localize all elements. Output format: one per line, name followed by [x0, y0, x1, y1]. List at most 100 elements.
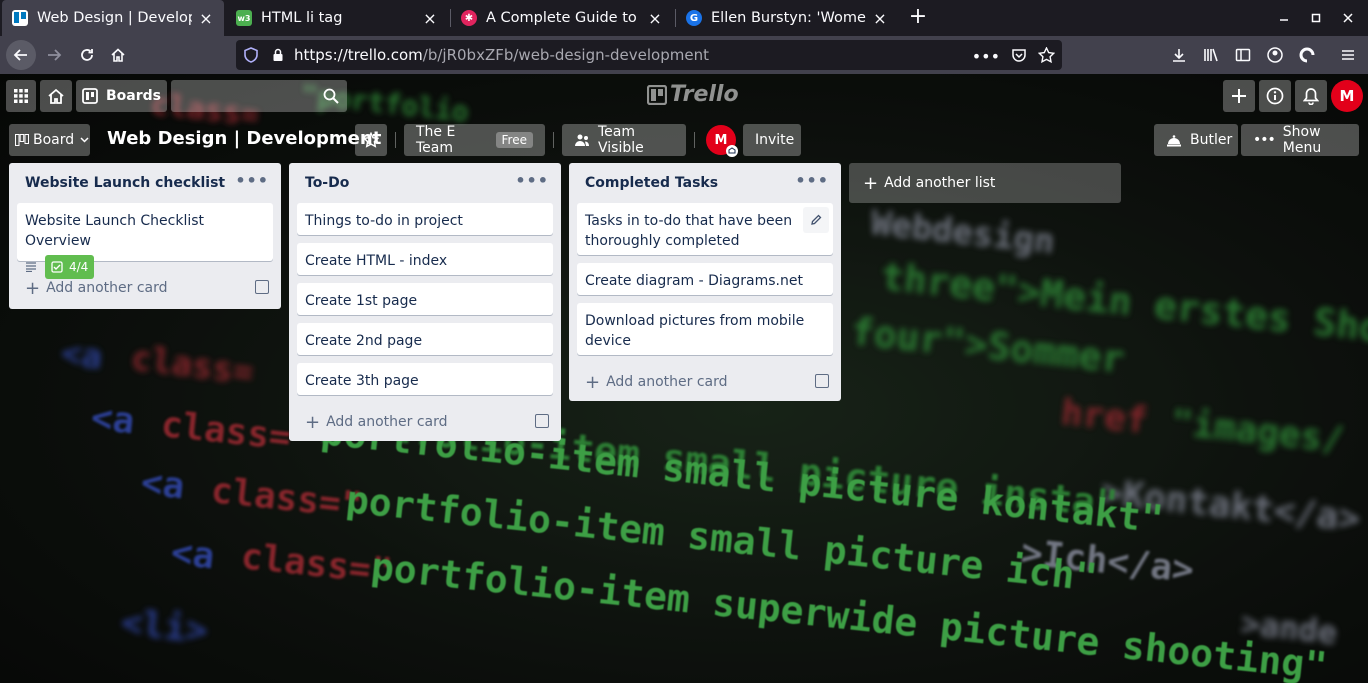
board-view-switcher[interactable]: Board — [9, 124, 90, 156]
add-list-button[interactable]: + Add another list — [849, 163, 1121, 203]
list-title[interactable]: To-Do — [305, 175, 349, 191]
close-window-icon[interactable] — [1330, 0, 1366, 36]
apps-grid-icon[interactable] — [6, 80, 36, 112]
board-title[interactable]: Web Design | Development — [107, 128, 381, 149]
add-card-button[interactable]: + Add another card — [577, 363, 833, 401]
more-dots-icon: ••• — [1253, 132, 1276, 148]
card[interactable]: Tasks in to-do that have been thoroughly… — [577, 203, 833, 255]
card[interactable]: Create 1st page — [297, 283, 553, 315]
extension-icon[interactable] — [1292, 40, 1322, 70]
page-actions-icon[interactable]: ••• — [972, 47, 1000, 66]
trello-favicon-icon — [12, 10, 28, 26]
url-path: /b/jR0bxZFb/web-design-development — [422, 46, 709, 64]
url-text[interactable]: https://trello.com/b/jR0bxZFb/web-design… — [294, 46, 709, 64]
browser-tab-ellen-burstyn[interactable]: G Ellen Burstyn: 'Women o × — [676, 0, 898, 36]
card-template-icon[interactable] — [815, 374, 829, 388]
tab-title: A Complete Guide to Fle — [486, 10, 641, 26]
team-visibility-icon — [574, 133, 590, 147]
butler-button[interactable]: Butler — [1154, 124, 1238, 156]
trello-logo[interactable]: Trello — [647, 82, 739, 107]
tracking-protection-icon[interactable] — [244, 47, 258, 63]
card[interactable]: Website Launch Checklist Overview 4/4 — [17, 203, 273, 279]
library-icon[interactable] — [1196, 40, 1226, 70]
board-view-label: Board — [33, 132, 75, 148]
list-menu-icon[interactable]: ••• — [235, 171, 269, 190]
bookmark-star-icon[interactable] — [1038, 47, 1055, 63]
lock-icon[interactable] — [272, 48, 284, 62]
trello-logo-icon — [647, 84, 667, 105]
browser-tab-trello[interactable]: Web Design | Developme × — [2, 0, 224, 36]
create-plus-icon[interactable] — [1223, 80, 1255, 112]
new-tab-button[interactable]: + — [904, 3, 932, 31]
tab-close-icon[interactable]: × — [647, 9, 663, 28]
boards-button[interactable]: Boards — [76, 80, 167, 112]
list-menu-icon[interactable]: ••• — [515, 171, 549, 190]
team-button[interactable]: The E Team Free — [404, 124, 545, 156]
board-member-avatar[interactable]: M — [706, 125, 738, 157]
list-title[interactable]: Website Launch checklist — [25, 175, 225, 191]
notifications-bell-icon[interactable] — [1295, 80, 1327, 112]
visibility-button[interactable]: Team Visible — [562, 124, 686, 156]
add-list-label: Add another list — [884, 175, 996, 191]
maximize-icon[interactable] — [1298, 0, 1334, 36]
plus-icon: + — [863, 172, 879, 194]
card-title: Create 3th page — [305, 373, 419, 389]
forward-icon[interactable] — [39, 40, 69, 70]
search-icon[interactable] — [323, 88, 339, 104]
edit-pencil-icon[interactable] — [803, 207, 829, 233]
list-to-do[interactable]: To-Do ••• Things to-do in project Create… — [289, 163, 561, 441]
browser-tab-flexbox[interactable]: ✱ A Complete Guide to Fle × — [451, 0, 673, 36]
account-icon[interactable] — [1260, 40, 1290, 70]
card[interactable]: Create 2nd page — [297, 323, 553, 355]
list-menu-icon[interactable]: ••• — [795, 171, 829, 190]
show-menu-button[interactable]: ••• Show Menu — [1241, 124, 1359, 156]
minimize-icon[interactable] — [1266, 0, 1302, 36]
list-header[interactable]: To-Do ••• — [289, 163, 561, 203]
css-tricks-favicon-icon: ✱ — [461, 10, 477, 26]
trello-header: Boards Trello M — [0, 74, 1368, 114]
card-title: Things to-do in project — [305, 213, 463, 229]
list-title[interactable]: Completed Tasks — [585, 175, 718, 191]
url-bar[interactable]: https://trello.com/b/jR0bxZFb/web-design… — [236, 40, 1062, 70]
star-board-icon[interactable] — [355, 124, 387, 156]
add-card-label: Add another card — [606, 374, 728, 390]
butler-icon — [1166, 133, 1182, 147]
pocket-icon[interactable] — [1011, 47, 1027, 63]
info-icon[interactable] — [1259, 80, 1291, 112]
add-card-label: Add another card — [46, 280, 168, 296]
board-view-icon — [15, 134, 29, 146]
card[interactable]: Create HTML - index — [297, 243, 553, 275]
card-title: Create diagram - Diagrams.net — [585, 273, 803, 289]
tab-title: Web Design | Developme — [37, 10, 192, 26]
card[interactable]: Download pictures from mobile device — [577, 303, 833, 355]
list-completed-tasks[interactable]: Completed Tasks ••• Tasks in to-do that … — [569, 163, 841, 401]
tab-close-icon[interactable]: × — [872, 9, 888, 28]
card-template-icon[interactable] — [255, 280, 269, 294]
card-template-icon[interactable] — [535, 414, 549, 428]
search-input[interactable] — [171, 80, 347, 112]
downloads-icon[interactable] — [1164, 40, 1194, 70]
add-card-label: Add another card — [326, 414, 448, 430]
invite-button[interactable]: Invite — [743, 124, 801, 156]
card[interactable]: Create 3th page — [297, 363, 553, 395]
add-card-button[interactable]: + Add another card — [297, 403, 553, 441]
list-website-launch-checklist[interactable]: Website Launch checklist ••• Website Lau… — [9, 163, 281, 309]
tab-close-icon[interactable]: × — [198, 9, 214, 28]
list-header[interactable]: Completed Tasks ••• — [569, 163, 841, 203]
team-plan-badge: Free — [495, 132, 533, 148]
card[interactable]: Create diagram - Diagrams.net — [577, 263, 833, 295]
sidebar-icon[interactable] — [1228, 40, 1258, 70]
tab-close-icon[interactable]: × — [422, 9, 438, 28]
home-icon[interactable] — [103, 40, 133, 70]
list-header[interactable]: Website Launch checklist ••• — [9, 163, 281, 203]
boards-label: Boards — [106, 88, 161, 104]
card[interactable]: Things to-do in project — [297, 203, 553, 235]
home-icon[interactable] — [40, 80, 72, 112]
reload-icon[interactable] — [72, 40, 102, 70]
plus-icon: + — [585, 371, 601, 393]
add-card-button[interactable]: + Add another card — [17, 269, 273, 307]
back-icon[interactable] — [6, 40, 36, 70]
app-menu-icon[interactable] — [1333, 40, 1363, 70]
user-avatar[interactable]: M — [1331, 80, 1363, 112]
browser-tab-html-li[interactable]: w3 HTML li tag × — [226, 0, 448, 36]
